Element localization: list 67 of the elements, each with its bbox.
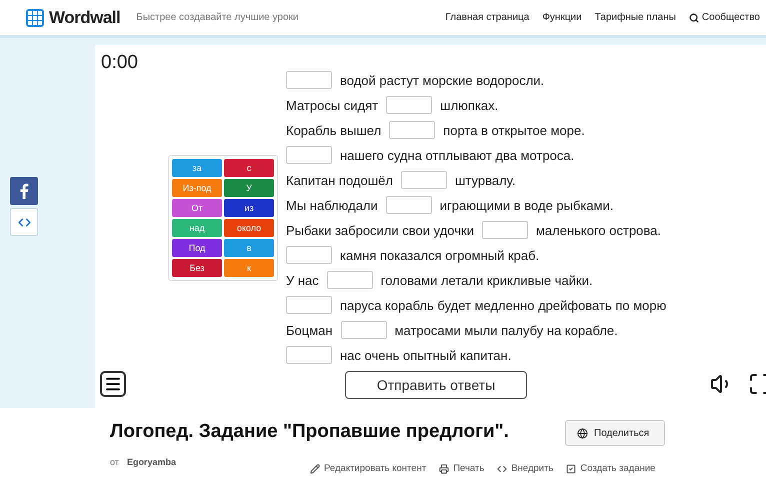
- answer-slot[interactable]: [326, 271, 373, 290]
- answer-slot[interactable]: [286, 71, 332, 90]
- word-tile[interactable]: От: [172, 198, 222, 217]
- sentence-text: У нас: [286, 272, 319, 288]
- nav-link[interactable]: Функции: [542, 12, 582, 23]
- search-icon: [688, 12, 699, 22]
- sentence-text: нас очень опытный капитан.: [340, 348, 512, 363]
- word-tile[interactable]: У: [224, 178, 274, 197]
- facebook-button[interactable]: [10, 177, 38, 205]
- word-tile[interactable]: Под: [172, 238, 222, 257]
- create-icon: [566, 464, 576, 474]
- edit-icon: [310, 464, 320, 474]
- author-link[interactable]: Egoryamba: [126, 457, 176, 467]
- share-button[interactable]: Поделиться: [565, 420, 665, 446]
- nav-link[interactable]: Главная страница: [445, 12, 530, 23]
- sentence-text: штурвалу.: [454, 172, 516, 188]
- tagline: Быстрее создавайте лучшие уроки: [136, 12, 298, 23]
- embed-icon: [497, 464, 508, 474]
- answer-slot[interactable]: [340, 321, 387, 340]
- code-icon: [18, 216, 30, 228]
- embed-button[interactable]: [10, 208, 38, 236]
- action-link[interactable]: Создать задание: [566, 463, 656, 474]
- menu-button[interactable]: [100, 371, 126, 398]
- sentence-text: Боцман: [286, 322, 333, 338]
- sentence-text: матросами мыли палубу на корабле.: [394, 322, 618, 338]
- sentence-text: маленького острова.: [536, 222, 662, 238]
- sentence-text: камня показался огромный краб.: [340, 248, 540, 263]
- globe-icon: [577, 428, 588, 438]
- answer-slot[interactable]: [286, 146, 332, 164]
- nav-link[interactable]: Сообщество: [688, 12, 760, 23]
- action-link[interactable]: Редактировать контент: [310, 463, 426, 474]
- word-tile[interactable]: с: [224, 158, 274, 177]
- sentence-text: Мы наблюдали: [286, 198, 378, 213]
- sentence-text: порта в открытое море.: [443, 122, 585, 138]
- sentence-text: играющими в воде рыбками.: [440, 198, 614, 213]
- timer: 0:00: [100, 51, 139, 75]
- word-tile[interactable]: около: [224, 218, 274, 237]
- sentence-text: нашего судна отплывают два мотроса.: [340, 148, 574, 163]
- answer-slot[interactable]: [286, 246, 332, 264]
- logo-icon: [26, 8, 44, 26]
- action-link[interactable]: Печать: [439, 463, 484, 474]
- word-tile[interactable]: из: [224, 198, 274, 217]
- sentence-text: Рыбаки забросили свои удочки: [286, 222, 474, 238]
- print-icon: [439, 464, 450, 474]
- by-label: от: [110, 457, 119, 467]
- sentence-text: головами летали крикливые чайки.: [380, 272, 593, 288]
- answer-slot[interactable]: [386, 196, 432, 214]
- answer-slot[interactable]: [286, 346, 332, 364]
- submit-button[interactable]: Отправить ответы: [345, 370, 527, 399]
- nav-link[interactable]: Тарифные планы: [594, 12, 676, 23]
- sentence-text: шлюпках.: [440, 98, 498, 113]
- answer-slot[interactable]: [286, 296, 332, 314]
- answer-slot[interactable]: [482, 221, 528, 240]
- logo[interactable]: Wordwall: [49, 8, 120, 28]
- fullscreen-icon[interactable]: [748, 372, 766, 396]
- activity-title: Логопед. Задание "Пропавшие предлоги".: [110, 421, 509, 443]
- sentence-text: Капитан подошёл: [286, 172, 393, 188]
- facebook-icon: [19, 183, 29, 199]
- answer-slot[interactable]: [386, 96, 432, 114]
- answer-slot[interactable]: [400, 171, 447, 190]
- answer-slot[interactable]: [389, 121, 436, 140]
- sentence-text: Корабль вышел: [286, 122, 382, 138]
- sentence-text: водой растут морские водоросли.: [340, 72, 544, 88]
- sentence-text: Матросы сидят: [286, 98, 378, 113]
- sentence-text: паруса корабль будет медленно дрейфовать по морю: [340, 298, 666, 313]
- word-tile[interactable]: Без: [172, 258, 222, 277]
- action-link[interactable]: Внедрить: [497, 463, 554, 474]
